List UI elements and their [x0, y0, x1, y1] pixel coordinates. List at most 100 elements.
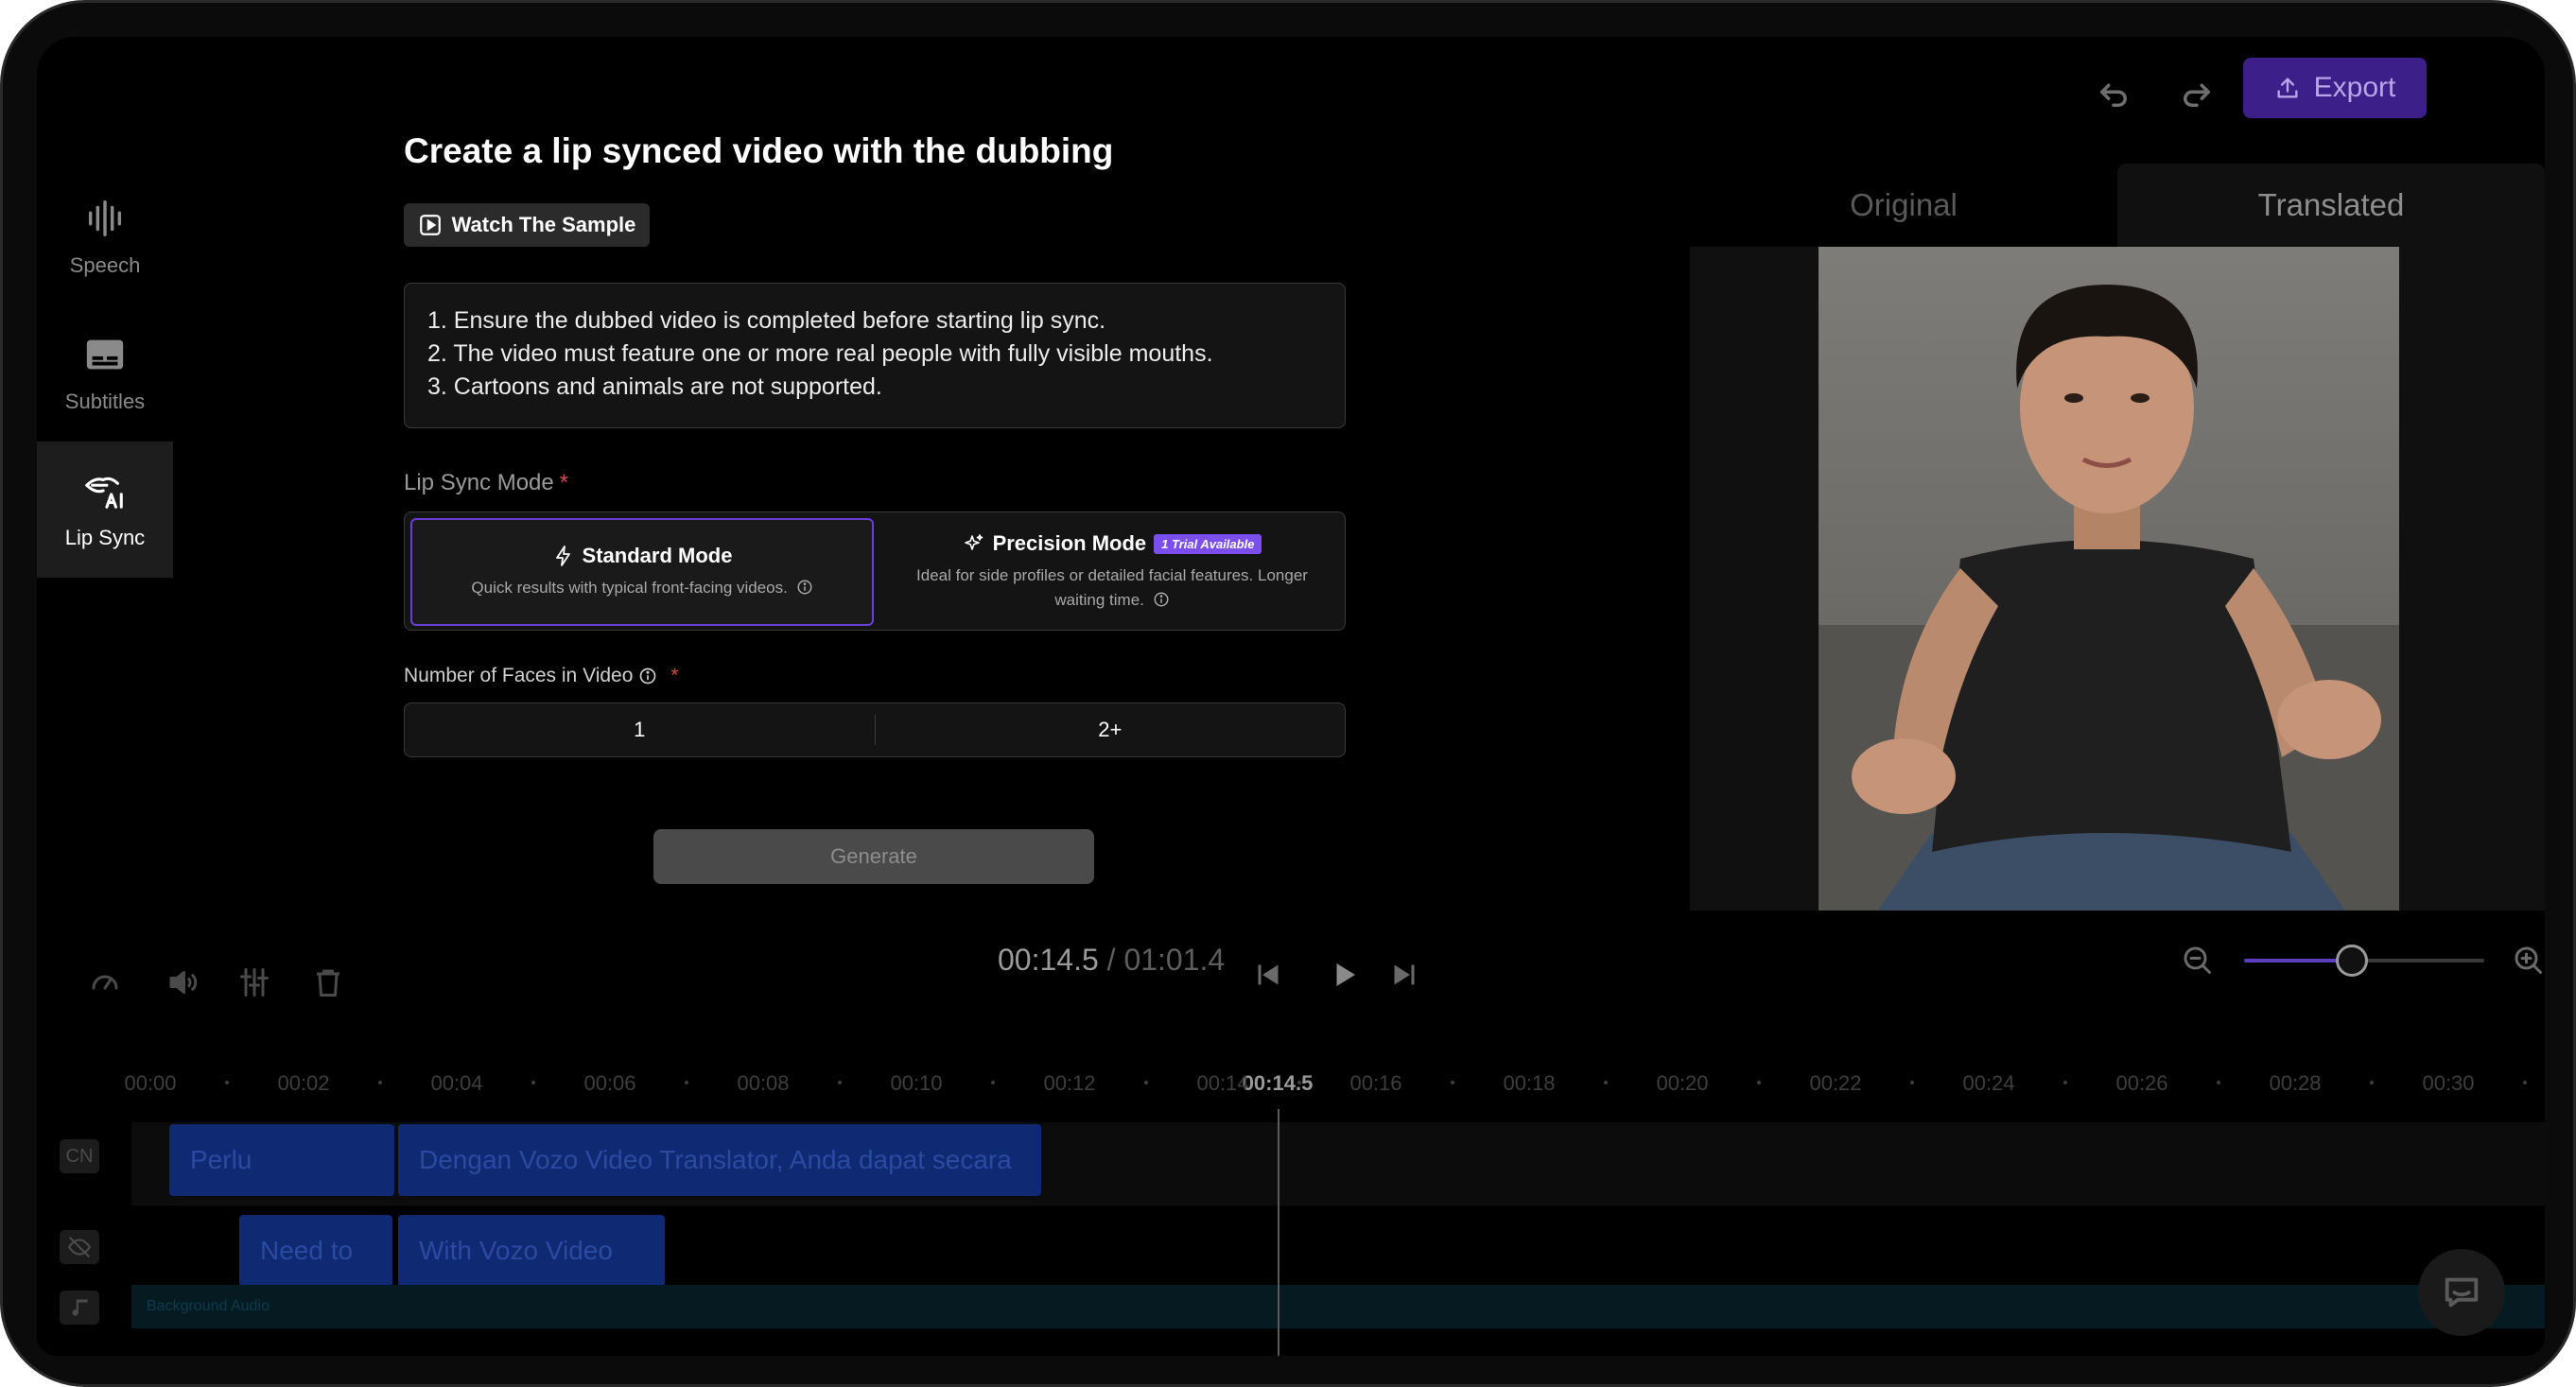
redo-button[interactable] — [2168, 65, 2225, 122]
ruler-tick-dot — [378, 1081, 382, 1084]
ruler-tick-dot — [685, 1081, 688, 1084]
time-separator: / — [1098, 943, 1124, 977]
ruler-tick-dot — [1297, 1081, 1301, 1084]
ruler-tick-label: 00:30 — [2422, 1071, 2475, 1095]
track-tag-cn: CN — [60, 1139, 99, 1173]
export-label: Export — [2313, 72, 2396, 103]
faces-option-2-plus[interactable]: 2+ — [874, 715, 1346, 745]
ai-lips-icon — [85, 477, 123, 509]
ruler-tick-dot — [2523, 1081, 2527, 1084]
sliders-icon — [240, 968, 269, 997]
sidebar-item-label: Lip Sync — [64, 526, 146, 549]
trash-icon — [317, 969, 339, 997]
undo-icon — [2100, 83, 2127, 107]
info-icon[interactable] — [1153, 591, 1170, 608]
ruler-tick-dot — [531, 1081, 535, 1084]
faces-selector: 1 2+ — [404, 702, 1346, 757]
play-icon — [1336, 963, 1355, 986]
ruler-tick-dot — [1604, 1081, 1608, 1084]
lip-sync-mode-label: Lip Sync Mode * — [404, 470, 568, 496]
export-button[interactable]: Export — [2243, 58, 2427, 118]
track-tag-background — [60, 1291, 99, 1325]
zoom-out-icon — [2184, 946, 2211, 974]
lip-sync-mode-selector: Standard Mode Quick results with typical… — [404, 511, 1346, 631]
ruler-tick-dot — [2063, 1081, 2067, 1084]
requirements-list: 1. Ensure the dubbed video is completed … — [404, 283, 1346, 428]
zoom-in-icon — [2515, 946, 2542, 974]
generate-button[interactable]: Generate — [653, 829, 1094, 884]
volume-button[interactable] — [162, 962, 203, 1003]
sidebar-item-label: Speech — [69, 253, 141, 277]
subtitle-clip[interactable]: With Vozo Video — [398, 1215, 665, 1287]
tab-translated[interactable]: Translated — [2117, 164, 2545, 247]
waveform-icon — [88, 200, 122, 236]
redo-icon — [2184, 83, 2210, 107]
music-note-icon — [72, 1299, 88, 1316]
volume-icon — [169, 971, 198, 994]
ruler-tick-dot — [1451, 1081, 1454, 1084]
zoom-in-button[interactable] — [2507, 939, 2545, 980]
person-image — [1819, 247, 2399, 914]
watch-sample-button[interactable]: Watch The Sample — [404, 203, 650, 247]
sidebar-item-subtitles[interactable]: Subtitles — [37, 305, 173, 442]
background-audio-track[interactable]: Background Audio — [131, 1285, 2545, 1328]
delete-button[interactable] — [307, 962, 349, 1003]
sidebar-item-lip-sync[interactable]: Lip Sync — [37, 442, 173, 578]
standard-mode-option[interactable]: Standard Mode Quick results with typical… — [410, 518, 874, 626]
faces-label-text: Number of Faces in Video — [404, 665, 634, 686]
zoom-out-button[interactable] — [2176, 939, 2218, 980]
requirement-item: 2. The video must feature one or more re… — [427, 340, 1213, 367]
lightning-icon — [555, 546, 570, 566]
speed-button[interactable] — [84, 962, 126, 1003]
upload-icon — [2277, 78, 2298, 98]
adjust-button[interactable] — [234, 962, 275, 1003]
ruler-tick-label: 00:00 — [124, 1071, 177, 1095]
ruler-tick-dot — [1910, 1081, 1914, 1084]
sidebar: Speech Subtitles Lip Sync — [37, 169, 173, 578]
ruler-tick-dot — [1757, 1081, 1761, 1084]
info-icon[interactable] — [796, 579, 813, 596]
chat-support-button[interactable] — [2418, 1249, 2505, 1336]
standard-mode-desc: Quick results with typical front-facing … — [471, 579, 788, 597]
tab-original[interactable]: Original — [1690, 164, 2117, 247]
ruler-tick-label: 00:20 — [1656, 1071, 1709, 1095]
ruler-tick-label: 00:08 — [737, 1071, 790, 1095]
zoom-slider[interactable] — [2244, 945, 2484, 977]
device-frame: Speech Subtitles Lip Sync Export Create … — [0, 0, 2576, 1387]
timeline-ruler[interactable]: 00:14.5 00:00 00:02 00:04 00:06 00:08 00:10 00… — [122, 1071, 2545, 1109]
playhead[interactable] — [1278, 1109, 1279, 1356]
subtitle-clip[interactable]: Dengan Vozo Video Translator, Anda dapat… — [398, 1124, 1041, 1196]
precision-mode-desc: Ideal for side profiles or detailed faci… — [916, 566, 1308, 609]
ruler-tick-label: 00:02 — [277, 1071, 330, 1095]
skip-back-button[interactable] — [1247, 954, 1289, 996]
ruler-tick-label: 00:10 — [890, 1071, 943, 1095]
ruler-tick-label: 00:16 — [1349, 1071, 1402, 1095]
sidebar-item-label: Subtitles — [64, 390, 146, 413]
skip-forward-button[interactable] — [1384, 954, 1425, 996]
play-button[interactable] — [1323, 954, 1365, 996]
ruler-tick-label: 00:24 — [1962, 1071, 2015, 1095]
subtitle-clip[interactable]: Perlu — [169, 1124, 394, 1196]
duration: 01:01.4 — [1123, 943, 1226, 977]
standard-mode-title: Standard Mode — [582, 544, 733, 567]
subtitles-icon — [86, 339, 124, 370]
playhead-time-label: 00:14.5 — [1242, 1071, 1314, 1095]
info-icon[interactable] — [638, 667, 657, 685]
skip-forward-icon — [1394, 964, 1415, 985]
speedometer-icon — [92, 975, 118, 990]
app-screen: Speech Subtitles Lip Sync Export Create … — [37, 37, 2545, 1356]
ruler-tick-dot — [2370, 1081, 2374, 1084]
subtitle-clip[interactable]: Need to — [239, 1215, 392, 1287]
ruler-tick-label: 00:22 — [1809, 1071, 1862, 1095]
ruler-tick-label: 00:14 — [1196, 1071, 1249, 1095]
track-tag-original[interactable] — [60, 1230, 99, 1264]
play-square-icon — [419, 215, 441, 235]
time-display: 00:14.5 / 01:01.4 — [998, 943, 1225, 978]
video-frame[interactable] — [1819, 247, 2399, 914]
sidebar-item-speech[interactable]: Speech — [37, 169, 173, 305]
ruler-tick-dot — [225, 1081, 229, 1084]
undo-button[interactable] — [2085, 65, 2142, 122]
faces-option-1[interactable]: 1 — [405, 703, 875, 756]
ruler-tick-dot — [1144, 1081, 1148, 1084]
precision-mode-option[interactable]: Precision Mode 1 Trial Available Ideal f… — [883, 518, 1341, 626]
